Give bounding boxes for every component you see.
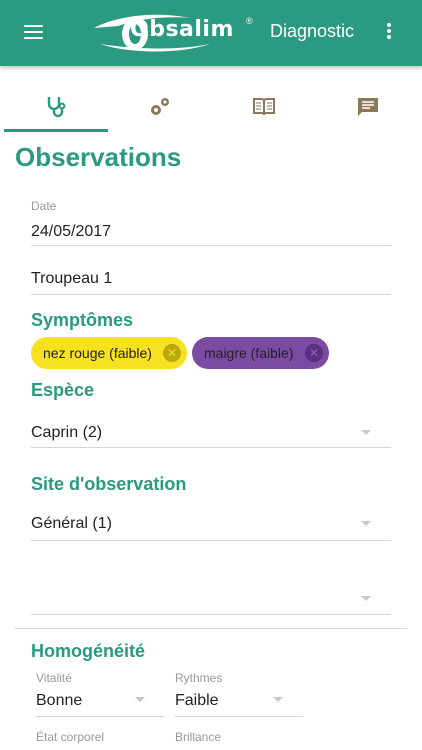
rhythms-label: Rythmes — [175, 671, 223, 685]
section-divider — [15, 628, 407, 629]
tab-reference[interactable] — [212, 84, 316, 130]
site-dropdown-icon[interactable] — [361, 521, 371, 526]
stethoscope-icon — [47, 97, 66, 118]
active-tab-indicator — [4, 129, 108, 132]
date-underline — [31, 245, 391, 246]
remove-chip-icon[interactable]: ✕ — [305, 344, 323, 362]
body-state-label: État corporel — [36, 730, 105, 744]
comment-icon — [358, 98, 378, 116]
trademark-symbol: ® — [246, 16, 253, 26]
vitality-select[interactable]: Bonne — [36, 692, 82, 710]
rhythms-dropdown-icon[interactable] — [273, 697, 283, 702]
logo-wordmark: Obsalim — [130, 17, 234, 42]
sub-site-dropdown-icon[interactable] — [361, 596, 371, 601]
shine-label: Brillance — [175, 730, 222, 744]
symptoms-label: Symptômes — [31, 310, 134, 330]
app-bar: Obsalim ® Diagnostic — [0, 0, 422, 66]
herd-underline — [31, 294, 391, 295]
chip-label: nez rouge (faible) — [43, 345, 152, 361]
rhythms-select[interactable]: Faible — [175, 692, 219, 710]
tab-bar — [0, 84, 422, 132]
date-label: Date — [31, 199, 57, 213]
remove-chip-icon[interactable]: ✕ — [163, 344, 181, 362]
tab-observations[interactable] — [4, 84, 108, 130]
book-icon — [253, 98, 275, 116]
page-title: Observations — [15, 142, 182, 172]
vitality-dropdown-icon[interactable] — [135, 697, 145, 702]
species-dropdown-icon[interactable] — [361, 430, 371, 435]
site-label: Site d'observation — [31, 474, 187, 494]
sub-site-underline — [31, 614, 391, 615]
app-title: Diagnostic — [270, 21, 355, 41]
gears-icon — [151, 98, 169, 115]
rhythms-underline — [175, 716, 303, 717]
site-select[interactable]: Général (1) — [31, 515, 112, 533]
symptom-chip-red-nose[interactable]: nez rouge (faible) ✕ — [31, 337, 187, 369]
homogeneity-label: Homogénéité — [31, 641, 146, 661]
chip-label: maigre (faible) — [204, 345, 294, 361]
hamburger-menu-icon[interactable] — [24, 25, 43, 40]
site-underline — [31, 540, 391, 541]
vitality-underline — [36, 716, 164, 717]
symptom-chip-thin[interactable]: maigre (faible) ✕ — [192, 337, 329, 369]
species-label: Espèce — [31, 380, 95, 400]
date-field[interactable]: 24/05/2017 — [31, 223, 111, 241]
more-vert-icon[interactable] — [385, 23, 393, 43]
herd-field[interactable]: Troupeau 1 — [31, 270, 112, 288]
tab-comments[interactable] — [316, 84, 420, 130]
vitality-label: Vitalité — [36, 671, 72, 685]
species-underline — [31, 447, 391, 448]
tab-settings[interactable] — [108, 84, 212, 130]
species-select[interactable]: Caprin (2) — [31, 424, 102, 442]
